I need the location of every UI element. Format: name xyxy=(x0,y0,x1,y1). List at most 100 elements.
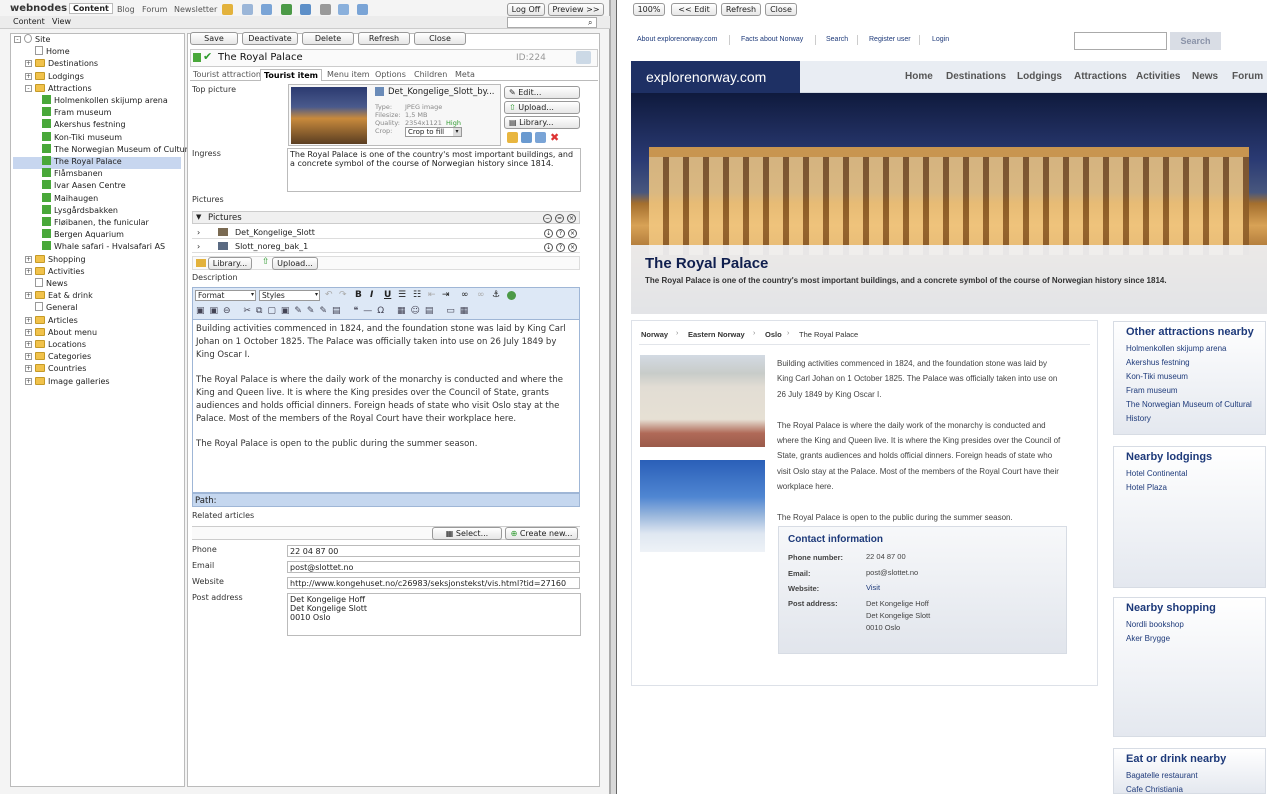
sidebar-link[interactable]: Fram museum xyxy=(1126,384,1178,398)
delete-button[interactable]: Delete xyxy=(302,32,354,45)
expand-icon[interactable]: + xyxy=(25,267,32,275)
tab-meta[interactable]: Meta xyxy=(452,69,478,81)
expand-icon[interactable]: + xyxy=(25,72,32,80)
tree-item[interactable]: The Royal Palace xyxy=(42,156,122,168)
rte-row2-icons[interactable]: ▣▣⊖ ✂⧉▢▣✎✎✎▤ ❝—Ω ▦☺▤ ▭▦ xyxy=(196,306,526,317)
tools-icon[interactable] xyxy=(261,4,272,15)
phone-field[interactable]: 22 04 87 00 xyxy=(287,545,580,557)
tree-item[interactable]: Fløibanen, the funicular xyxy=(42,217,149,229)
cms-top-tab-content[interactable]: Content xyxy=(69,3,113,14)
tree-item[interactable]: General xyxy=(25,302,78,314)
tab-children[interactable]: Children xyxy=(411,69,450,81)
toplink-facts[interactable]: Facts about Norway xyxy=(741,36,803,43)
preview-close-button[interactable]: Close xyxy=(765,3,797,16)
tree-item[interactable]: - Attractions xyxy=(25,83,92,95)
sidebar-link[interactable]: Akershus festning xyxy=(1126,356,1190,370)
anchor-icon[interactable]: ⚓ xyxy=(492,290,500,300)
outdent-icon[interactable]: ⇤ xyxy=(428,290,436,300)
cms-top-tab-newsletter[interactable]: Newsletter xyxy=(174,5,217,14)
row-actions[interactable]: ↓? × xyxy=(541,226,577,239)
tree-item[interactable]: Flåmsbanen xyxy=(42,168,103,180)
tree-item[interactable]: + Shopping xyxy=(25,254,86,266)
toplink-search[interactable]: Search xyxy=(826,36,848,43)
link-icon[interactable]: ∞ xyxy=(461,290,469,300)
site-logo[interactable]: explorenorway.com xyxy=(631,61,800,93)
upload-picture-button[interactable]: ⇧ Upload... xyxy=(504,101,580,114)
copy-icon[interactable] xyxy=(535,132,546,143)
tab-options[interactable]: Options xyxy=(372,69,409,81)
site-search-button[interactable]: Search xyxy=(1170,32,1221,50)
user-icon[interactable] xyxy=(281,4,292,15)
splitter[interactable] xyxy=(610,0,617,794)
contact-website-link[interactable]: Visit xyxy=(866,582,880,594)
library-picture-button[interactable]: ▤ Library... xyxy=(504,116,580,129)
globe-icon[interactable] xyxy=(507,291,516,300)
tree-item[interactable]: Home xyxy=(25,46,70,58)
close-icon[interactable]: × xyxy=(567,214,576,223)
nav-attractions[interactable]: Attractions xyxy=(1074,61,1127,93)
row-actions[interactable]: ↓? × xyxy=(541,240,577,253)
expand-icon[interactable]: › xyxy=(197,240,200,253)
crop-select[interactable]: Crop to fill ▾ xyxy=(405,127,462,137)
nav-activities[interactable]: Activities xyxy=(1136,61,1180,93)
tree-item[interactable]: + Categories xyxy=(25,351,91,363)
mail-icon[interactable] xyxy=(338,4,349,15)
close-icon[interactable]: × xyxy=(568,243,577,252)
unlink-icon[interactable]: ∞ xyxy=(477,290,485,300)
tab-tourist-item[interactable]: Tourist item xyxy=(260,69,322,81)
sidebar-link[interactable]: Hotel Plaza xyxy=(1126,481,1167,495)
site-search-input[interactable] xyxy=(1074,32,1167,50)
tree-item[interactable]: Maihaugen xyxy=(42,192,98,205)
tree-item[interactable]: The Norwegian Museum of Cultural xyxy=(42,143,195,156)
pictures-library-button[interactable]: Library... xyxy=(208,257,252,270)
sidebar-link[interactable]: Holmenkollen skijump arena xyxy=(1126,342,1227,356)
tree-item[interactable]: + Articles xyxy=(25,315,78,327)
indent-icon[interactable]: ⇥ xyxy=(442,290,450,300)
cms-top-tab-blog[interactable]: Blog xyxy=(117,5,135,14)
sidebar-link[interactable]: Hotel Continental xyxy=(1126,467,1187,481)
list-item[interactable]: › Slott_noreg_bak_1 ↓? × xyxy=(192,240,580,253)
contact-email[interactable]: post@slottet.no xyxy=(866,567,918,579)
tree-item[interactable]: + Activities xyxy=(25,266,85,278)
tree-item[interactable]: + Locations xyxy=(25,339,86,351)
save-button[interactable]: Save xyxy=(190,32,238,45)
edit-icon[interactable] xyxy=(521,132,532,143)
tree-item[interactable]: + About menu xyxy=(25,327,97,339)
undo-icon[interactable]: ↶ xyxy=(325,290,333,300)
underline-icon[interactable]: U xyxy=(384,290,391,300)
tab-menu-item[interactable]: Menu item xyxy=(324,69,373,81)
menu-content[interactable]: Content xyxy=(13,17,45,26)
cms-top-tab-forum[interactable]: Forum xyxy=(142,5,167,14)
sidebar-link[interactable]: The Norwegian Museum of Cultural History xyxy=(1126,398,1261,426)
toplink-login[interactable]: Login xyxy=(932,36,949,43)
numbered-list-icon[interactable]: ☷ xyxy=(413,290,421,300)
back-to-edit-button[interactable]: << Edit xyxy=(671,3,717,16)
tree-item[interactable]: + Lodgings xyxy=(25,71,84,83)
bullet-list-icon[interactable]: ☰ xyxy=(398,290,406,300)
top-picture-thumbnail[interactable] xyxy=(291,87,367,144)
edit-picture-button[interactable]: ✎ Edit... xyxy=(504,86,580,99)
collapse-icon[interactable]: ▼ xyxy=(196,213,201,221)
toplink-about[interactable]: About explorenorway.com xyxy=(637,36,717,43)
preview-button[interactable]: Preview >> xyxy=(548,3,604,16)
sidebar-link[interactable]: Nordli bookshop xyxy=(1126,618,1184,632)
pictures-upload-button[interactable]: Upload... xyxy=(272,257,318,270)
expand-icon[interactable]: + xyxy=(25,328,32,336)
email-field[interactable]: post@slottet.no xyxy=(287,561,580,573)
website-field[interactable]: http://www.kongehuset.no/c26983/seksjons… xyxy=(287,577,580,589)
tree-item[interactable]: Bergen Aquarium xyxy=(42,229,124,241)
tree-item[interactable]: + Eat & drink xyxy=(25,290,93,302)
log-off-button[interactable]: Log Off xyxy=(507,3,545,16)
tree-item[interactable]: Holmenkollen skijump arena xyxy=(42,95,168,107)
create-new-button[interactable]: ⊕ Create new... xyxy=(505,527,578,540)
nav-home[interactable]: Home xyxy=(905,61,933,93)
expand-icon[interactable]: + xyxy=(25,60,32,68)
expand-icon[interactable]: + xyxy=(25,365,32,373)
move-down-icon[interactable]: ↓ xyxy=(544,229,553,238)
menu-view[interactable]: View xyxy=(52,17,71,26)
header-actions[interactable]: − = × xyxy=(540,213,576,223)
tree-item[interactable]: Akershus festning xyxy=(42,119,126,131)
toplink-register[interactable]: Register user xyxy=(869,36,911,43)
rte-content[interactable]: Building activities commenced in 1824, a… xyxy=(192,320,580,493)
tree-item[interactable]: Kon-Tiki museum xyxy=(42,131,122,144)
